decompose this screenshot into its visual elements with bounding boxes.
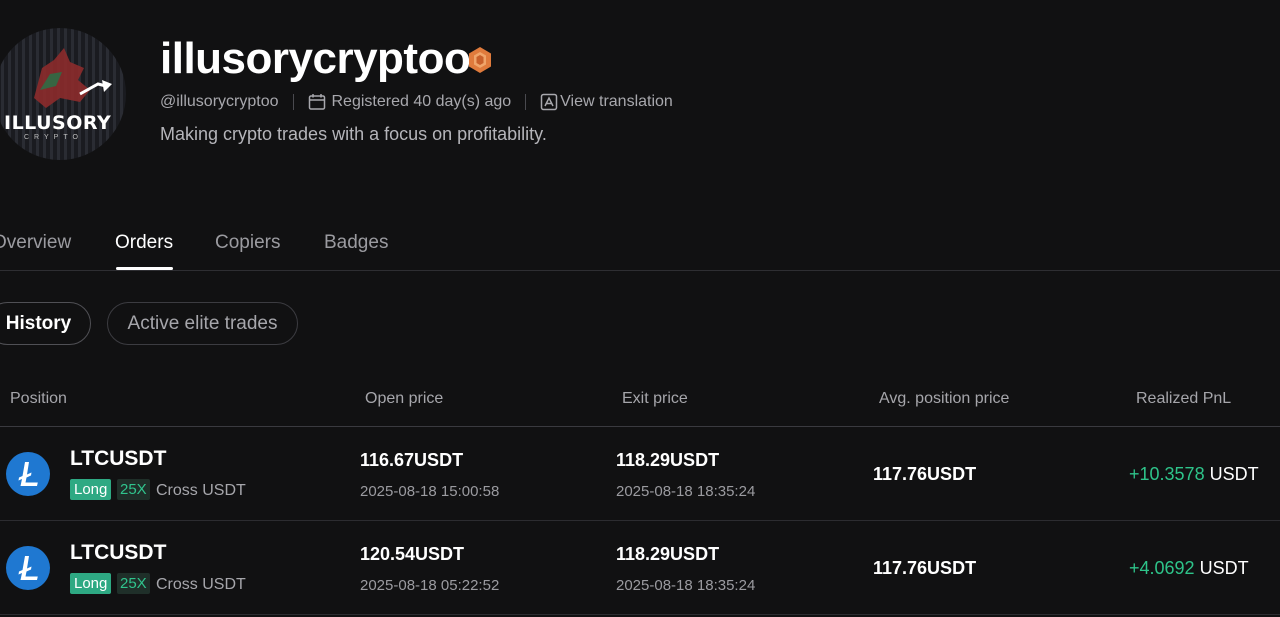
profile-bio: Making crypto trades with a focus on pro… [160, 124, 547, 144]
column-header-open-price: Open price [365, 390, 444, 407]
open-time: 2025-08-18 05:22:52 [360, 577, 500, 594]
tab-orders[interactable]: Orders [115, 232, 173, 254]
avatar-title: ILLUSORY [4, 112, 112, 134]
view-translation-label: View translation [560, 93, 673, 110]
orders-table-header: Position Open price Exit price Avg. posi… [0, 380, 1280, 427]
avg-position-price: 117.76USDT [873, 464, 977, 484]
litecoin-icon [6, 452, 50, 496]
profile-tabs: Overview Orders Copiers Badges [0, 228, 1280, 271]
leverage-tag: 25X [117, 573, 150, 594]
litecoin-icon [6, 546, 50, 590]
pnl-value: +10.3578 [1129, 464, 1205, 484]
filter-history-button[interactable]: History [0, 302, 91, 345]
side-tag: Long [70, 479, 112, 500]
margin-mode: Cross USDT [156, 576, 246, 593]
position-symbol[interactable]: LTCUSDT [70, 541, 166, 565]
tab-overview[interactable]: Overview [0, 232, 71, 254]
tab-copiers[interactable]: Copiers [215, 232, 280, 254]
user-handle: @illusorycryptoo [160, 93, 279, 110]
registered-text: Registered 40 day(s) ago [331, 93, 512, 110]
table-row[interactable]: LTCUSDT Long 25X Cross USDT 116.67USDT 2… [0, 427, 1280, 521]
tab-badges[interactable]: Badges [324, 232, 388, 254]
exit-time: 2025-08-18 18:35:24 [616, 483, 756, 500]
side-tag: Long [70, 573, 112, 594]
profile-meta: @illusorycryptoo Registered 40 day(s) ag… [160, 92, 673, 112]
open-price: 116.67USDT [360, 450, 464, 470]
active-tab-indicator [116, 267, 173, 270]
column-header-avg-position-price: Avg. position price [879, 390, 1010, 407]
exit-time: 2025-08-18 18:35:24 [616, 577, 756, 594]
divider [525, 94, 527, 110]
position-symbol[interactable]: LTCUSDT [70, 447, 166, 471]
pnl-value: +4.0692 [1129, 558, 1195, 578]
open-time: 2025-08-18 15:00:58 [360, 483, 500, 500]
column-header-exit-price: Exit price [622, 390, 688, 407]
realized-pnl: +10.3578 USDT [1129, 464, 1259, 485]
pnl-unit: USDT [1209, 464, 1259, 484]
table-row[interactable]: LTCUSDT Long 25X Cross USDT 120.54USDT 2… [0, 521, 1280, 615]
view-translation-link[interactable]: View translation [540, 93, 673, 111]
open-price: 120.54USDT [360, 544, 465, 564]
margin-mode: Cross USDT [156, 482, 246, 499]
avatar: ILLUSORY CRYPTO [0, 28, 126, 160]
column-header-realized-pnl: Realized PnL [1136, 390, 1232, 407]
filter-active-elite-trades-button[interactable]: Active elite trades [107, 302, 298, 345]
calendar-icon [308, 94, 325, 110]
exit-price: 118.29USDT [616, 544, 720, 564]
avg-position-price: 117.76USDT [873, 558, 977, 578]
divider [292, 94, 294, 110]
translate-icon [540, 93, 558, 111]
exit-price: 118.29USDT [616, 450, 720, 470]
badge-icon[interactable] [466, 46, 494, 74]
leverage-tag: 25X [117, 479, 150, 500]
pnl-unit: USDT [1199, 558, 1249, 578]
realized-pnl: +4.0692 USDT [1129, 558, 1249, 579]
username: illusorycryptoo [160, 34, 471, 83]
column-header-position: Position [10, 390, 67, 407]
trader-profile-page: ILLUSORY CRYPTO illusorycryptoo @illusor… [0, 0, 1280, 617]
avatar-subtitle: CRYPTO [24, 134, 83, 141]
